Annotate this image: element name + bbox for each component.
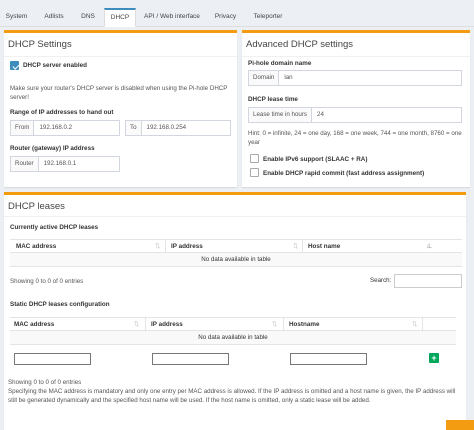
tab-dns[interactable]: DNS [75, 8, 101, 27]
col-mac-address[interactable]: MAC address [16, 240, 56, 254]
domain-value[interactable]: lan [279, 71, 461, 85]
sort-icon[interactable]: ⇅ [412, 318, 418, 332]
to-addon: To [126, 121, 142, 135]
advanced-dhcp-title: Advanced DHCP settings [246, 39, 354, 50]
col-mac-address[interactable]: MAC address [14, 318, 54, 332]
col-host-name[interactable]: Host name [308, 240, 340, 254]
range-to-input[interactable]: To 192.168.0.254 [125, 120, 231, 136]
divider [4, 56, 237, 57]
router-addon: Router [11, 157, 39, 171]
divider [242, 56, 470, 57]
sort-icon[interactable]: ⇅ [155, 240, 161, 254]
static-leases-header: MAC address ⇅ IP address ⇅ Hostname ⇅ [10, 317, 456, 332]
rapid-commit-checkbox[interactable] [250, 168, 259, 177]
ipv6-support-checkbox[interactable] [250, 154, 259, 163]
router-value[interactable]: 192.168.0.1 [39, 157, 119, 171]
active-leases-empty-row: No data available in table [10, 253, 462, 267]
sort-icon[interactable]: ⇅ [134, 318, 140, 332]
column-divider [165, 240, 166, 254]
static-leases-note: Specifying the MAC address is mandatory … [8, 388, 456, 404]
column-divider [422, 318, 423, 332]
static-leases-empty-row: No data available in table [10, 331, 456, 345]
tab-privacy[interactable]: Privacy [208, 8, 243, 27]
domain-input[interactable]: Domain lan [248, 70, 462, 86]
dhcp-settings-title: DHCP Settings [8, 39, 72, 50]
active-leases-info: Showing 0 to 0 of 0 entries [10, 278, 84, 285]
tab-system[interactable]: System [0, 8, 33, 27]
settings-tabs: System Adlists DNS DHCP API / Web interf… [0, 8, 474, 27]
dhcp-leases-title: DHCP leases [8, 201, 65, 212]
router-ip-input[interactable]: Router 192.168.0.1 [10, 156, 120, 172]
dhcp-server-enabled-checkbox[interactable] [10, 61, 19, 70]
active-leases-heading: Currently active DHCP leases [10, 224, 99, 231]
divider [4, 216, 466, 217]
dhcp-leases-box: DHCP leases Currently active DHCP leases… [4, 192, 466, 430]
tab-dhcp[interactable]: DHCP [104, 8, 136, 27]
dhcp-server-enabled-label: DHCP server enabled [23, 62, 87, 69]
sort-icon[interactable]: ⇅ [293, 240, 299, 254]
router-ip-label: Router (gateway) IP address [10, 145, 95, 152]
range-from-input[interactable]: From 192.168.0.2 [10, 120, 120, 136]
domain-name-label: Pi-hole domain name [248, 60, 312, 67]
static-leases-info: Showing 0 to 0 of 0 entries [8, 379, 82, 386]
lease-time-value[interactable]: 24 [312, 108, 461, 122]
add-static-lease-button[interactable]: + [429, 353, 439, 363]
col-ip-address[interactable]: IP address [171, 240, 203, 254]
dhcp-router-note: Make sure your router's DHCP server is d… [10, 85, 228, 101]
to-value[interactable]: 192.168.0.254 [142, 121, 230, 135]
rapid-commit-label: Enable DHCP rapid commit (fast address a… [263, 170, 425, 177]
column-divider [145, 318, 146, 332]
sort-desc-icon[interactable]: ↓L [426, 240, 432, 254]
search-input[interactable] [394, 274, 462, 288]
ipv6-support-label: Enable IPv6 support (SLAAC + RA) [263, 156, 368, 163]
domain-addon: Domain [249, 71, 280, 85]
ip-range-label: Range of IP addresses to hand out [10, 109, 114, 116]
static-hostname-input[interactable] [290, 353, 367, 365]
lease-time-input[interactable]: Lease time in hours 24 [248, 107, 462, 123]
static-leases-heading: Static DHCP leases configuration [10, 301, 110, 308]
dhcp-settings-box: DHCP Settings DHCP server enabled Make s… [4, 30, 237, 187]
active-leases-header: MAC address ⇅ IP address ⇅ Host name ↓L [10, 239, 462, 254]
lease-time-label: DHCP lease time [248, 96, 298, 103]
static-mac-input[interactable] [14, 353, 91, 365]
sort-icon[interactable]: ⇅ [272, 318, 278, 332]
next-box-top-border [446, 420, 474, 430]
column-divider [302, 240, 303, 254]
lease-time-hint: Hint: 0 = infinite, 24 = one day, 168 = … [248, 130, 462, 146]
tab-adlists[interactable]: Adlists [35, 8, 73, 27]
col-hostname[interactable]: Hostname [289, 318, 319, 332]
lease-time-addon: Lease time in hours [249, 108, 312, 122]
from-value[interactable]: 192.168.0.2 [34, 121, 119, 135]
tab-teleporter[interactable]: Teleporter [245, 8, 291, 27]
col-ip-address[interactable]: IP address [151, 318, 183, 332]
advanced-dhcp-box: Advanced DHCP settings Pi-hole domain na… [242, 30, 470, 187]
search-label: Search: [370, 277, 392, 284]
static-ip-input[interactable] [152, 353, 229, 365]
column-divider [283, 318, 284, 332]
from-addon: From [11, 121, 35, 135]
tab-api-web-interface[interactable]: API / Web interface [138, 8, 206, 27]
